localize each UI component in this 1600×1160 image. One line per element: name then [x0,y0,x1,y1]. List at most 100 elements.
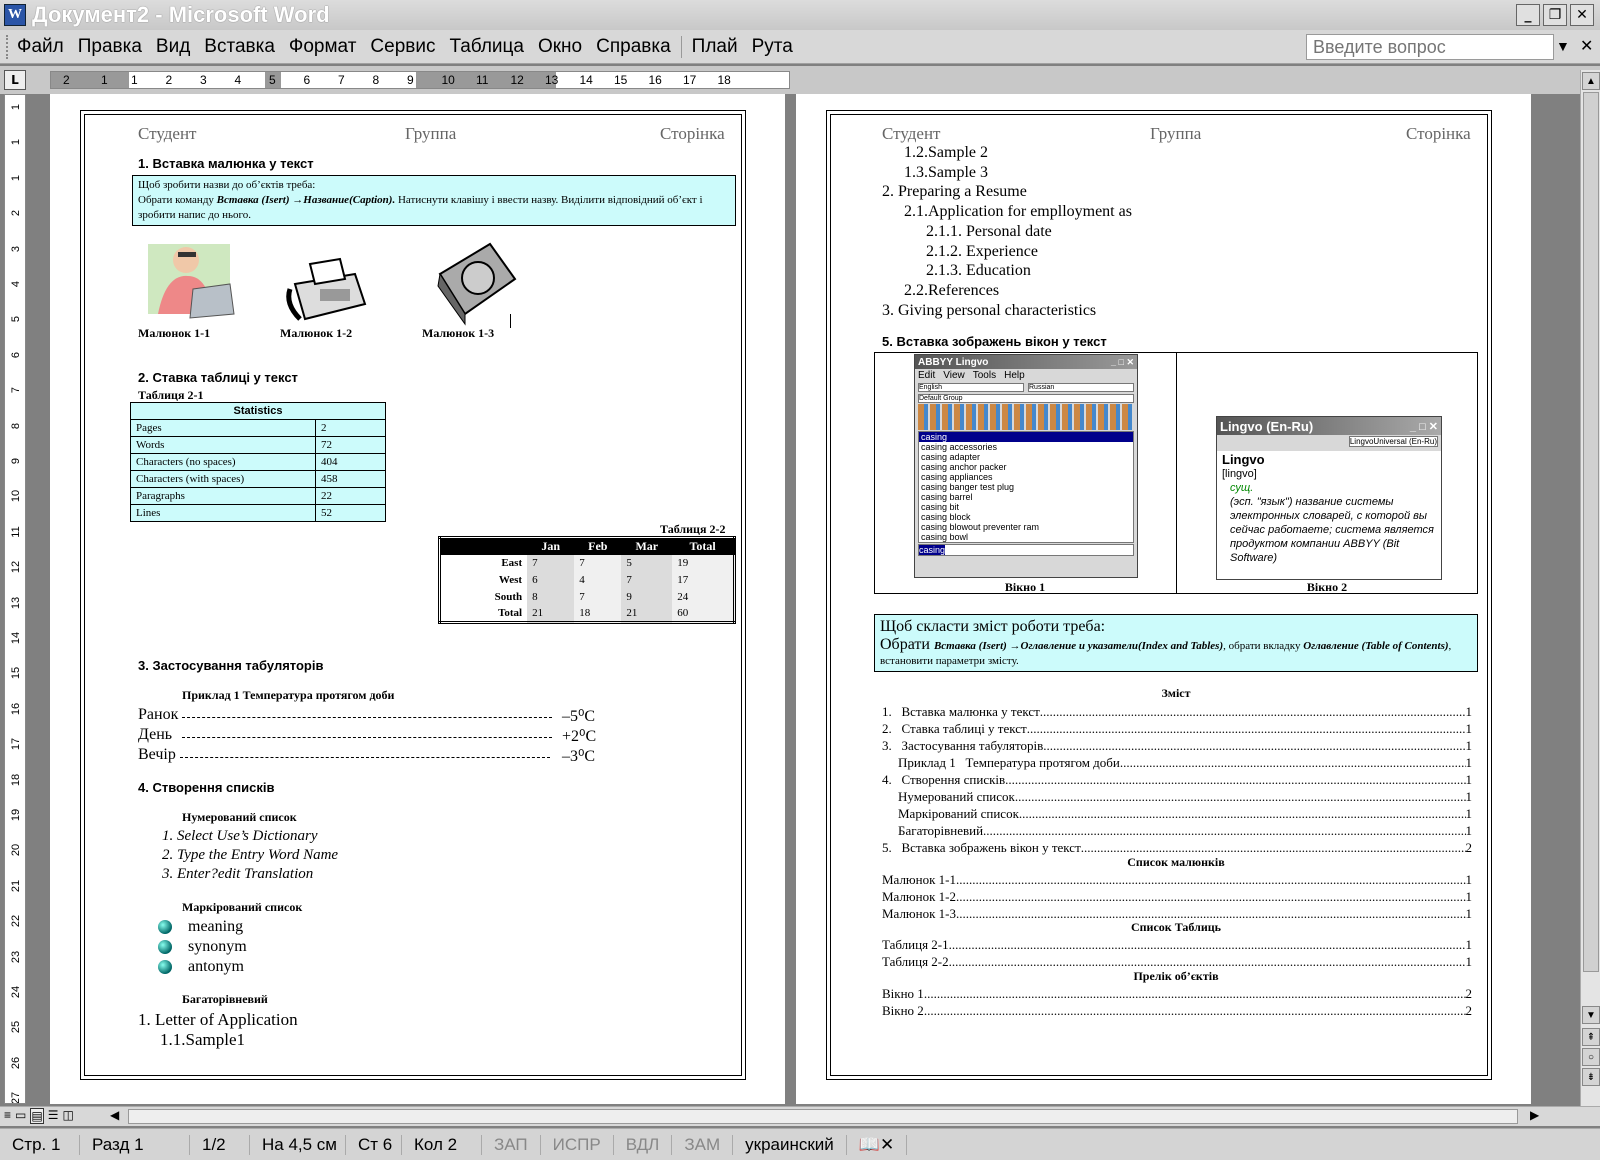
toc-entry[interactable]: Таблиця 2-2 1 [882,954,1472,970]
menu-item[interactable]: Окно [531,36,589,58]
reading-view-icon[interactable]: ◫ [62,1108,73,1124]
toc-entry[interactable]: 2. Ставка таблиці у текст 1 [882,721,1472,737]
close-button[interactable]: ✕ [1570,4,1594,26]
multilevel-item: 2.1.1. Personal date [926,222,1052,240]
menu-item[interactable]: Справка [589,36,678,58]
status-bar: Стр. 1 Разд 1 1/2 На 4,5 см Ст 6 Кол 2 З… [0,1128,1600,1160]
toc-leader [1120,755,1466,771]
toc-entry[interactable]: Приклад 1 Температура протягом доби 1 [898,755,1472,771]
person-at-computer-image [148,244,235,319]
ruler-number: 24 [10,985,22,999]
scroll-up-icon[interactable]: ▲ [1582,72,1600,90]
multilevel-item: 1.2.Sample 2 [904,144,988,161]
status-record-macro[interactable]: ЗАП [482,1134,541,1155]
next-page-icon[interactable]: ⇟ [1582,1068,1600,1086]
menu-item[interactable]: Формат [282,36,364,58]
t22-cell: 18 [574,605,622,623]
status-language[interactable]: украинский [733,1134,847,1155]
vertical-scrollbar[interactable]: ▲ ▼ ⇞ ○ ⇟ [1580,70,1600,1106]
ruler-number: 2 [10,210,22,217]
temperature-value: +2⁰С [562,728,597,745]
toc-entry[interactable]: 1. Вставка малюнка у текст 1 [882,704,1472,720]
ruler-number: 15 [10,667,22,680]
bulleted-list-item: synonym [158,938,247,956]
window-1-caption: Вікно 1 [1004,580,1046,594]
toc-entry[interactable]: Вікно 1 2 [882,986,1472,1002]
ask-question-input[interactable] [1306,34,1554,60]
multilevel-item: 2.2.References [904,281,1000,299]
select-browse-object-icon[interactable]: ○ [1582,1048,1600,1066]
scroll-right-icon[interactable]: ▶ [1530,1108,1539,1122]
tab-selector-button[interactable]: L [4,70,26,90]
toc-entry[interactable]: Малюнок 1-1 1 [882,872,1472,888]
multilevel-item: 2.1.Application for emplloyment as [904,203,1132,221]
status-overtype[interactable]: ЗАМ [672,1134,734,1155]
toc-entry[interactable]: Маркірований список 1 [898,806,1472,822]
document-close-icon[interactable]: ✕ [1580,36,1593,56]
menu-item[interactable]: Файл [10,36,71,58]
lingvo-menu-item: Edit [918,370,936,381]
t22-cell: 4 [574,571,622,589]
vertical-ruler[interactable]: 1 1 1 2 3 4 5 6 7 8 9 10 11 12 13 14 15 16 17 18 19 20 21 22 23 2… [4,94,26,1104]
lingvo-list-entry: casing [919,432,1133,442]
ruler-number: 9 [10,457,22,465]
card-headword: Lingvo [1222,452,1265,467]
toc-entry[interactable]: Вікно 2 2 [882,1003,1472,1019]
bullet-text: antonym [188,958,244,975]
outline-view-icon[interactable]: ☰ [48,1108,59,1124]
toc-note-line-1: Щоб скласти зміст роботи треба: [880,618,1106,635]
normal-view-icon[interactable]: ≡ [4,1108,11,1124]
toc-entry[interactable]: Таблиця 2-1 1 [882,937,1472,953]
ruler-number: 26 [10,1056,22,1069]
scroll-thumb[interactable] [1583,92,1599,972]
status-extend[interactable]: ВДЛ [614,1134,673,1155]
t22-header-cell [439,537,528,555]
menu-item[interactable]: Плай [685,36,745,58]
multilevel-item: 3. Giving personal characteristics [882,301,1097,319]
print-layout-view-icon[interactable]: ▤ [30,1108,44,1124]
page-2: Студент Группа Сторінка 1.2.Sample 2 1.3.… [796,94,1531,1104]
menu-item[interactable]: Сервис [363,36,442,58]
previous-page-icon[interactable]: ⇞ [1582,1028,1600,1046]
toc-entry[interactable]: 4. Створення списків 1 [882,772,1472,788]
toc-page-number: 1 [1465,721,1473,736]
spelling-status-icon[interactable]: 📖✕ [847,1134,908,1155]
toc-entry[interactable]: 3. Застосування табуляторів 1 [882,738,1472,754]
stats-row: Lines 52 [130,504,386,522]
menu-item[interactable]: Вид [149,36,197,58]
web-view-icon[interactable]: ▭ [15,1108,26,1124]
lingvo-toolbar-icons [918,404,1134,430]
toc-entry[interactable]: Малюнок 1-2 1 [882,889,1472,905]
restore-button[interactable]: ❐ [1543,4,1567,26]
ask-dropdown-icon[interactable]: ▼ [1556,38,1570,54]
ruler-number: 6 [10,351,22,358]
menu-item[interactable]: Таблица [442,36,531,58]
toc-entry[interactable]: Нумерований список 1 [898,789,1472,805]
toc-entry-text: 3. Застосування табуляторів [882,738,1044,753]
minimize-button[interactable]: _ [1516,4,1540,26]
ruler-number: 13 [545,73,559,87]
source-language-select: English [918,383,1024,392]
t22-cell: 8 [527,588,575,606]
word-app-icon[interactable]: W [4,4,26,26]
lingvo-list-entry: casing accessories [921,442,998,452]
horizontal-scroll-track[interactable] [128,1109,1518,1124]
menu-item[interactable]: Правка [71,36,149,58]
scroll-left-icon[interactable]: ◀ [110,1108,119,1122]
scroll-down-icon[interactable]: ▼ [1582,1006,1600,1024]
menu-item[interactable]: Рута [745,36,800,58]
stats-cell: Characters (no spaces) [130,453,316,471]
toc-entry[interactable]: Багаторівневий 1 [898,823,1472,839]
status-page: Стр. 1 [0,1134,80,1155]
multilevel-list-title: Багаторівневий [182,992,268,1006]
ruler-number: 10 [10,490,22,503]
section-2-heading: 2. Ставка таблиці у текст [138,370,298,385]
toc-entry[interactable]: 5. Вставка зображень вікон у текст 2 [882,840,1472,856]
ruler-number: 18 [717,73,731,87]
horizontal-ruler[interactable]: 2 1 1 2 3 4 5 6 7 8 9 10 11 12 13 14 15 16 17 18 [50,71,790,89]
note-line-2: Обрати команду Вставка (Isert) →Название… [138,194,703,221]
menu-item[interactable]: Вставка [197,36,282,58]
toc-entry-text: Маркірований список [898,806,1019,821]
toc-page-number: 1 [1465,772,1473,787]
status-track-changes[interactable]: ИСПР [541,1134,614,1155]
